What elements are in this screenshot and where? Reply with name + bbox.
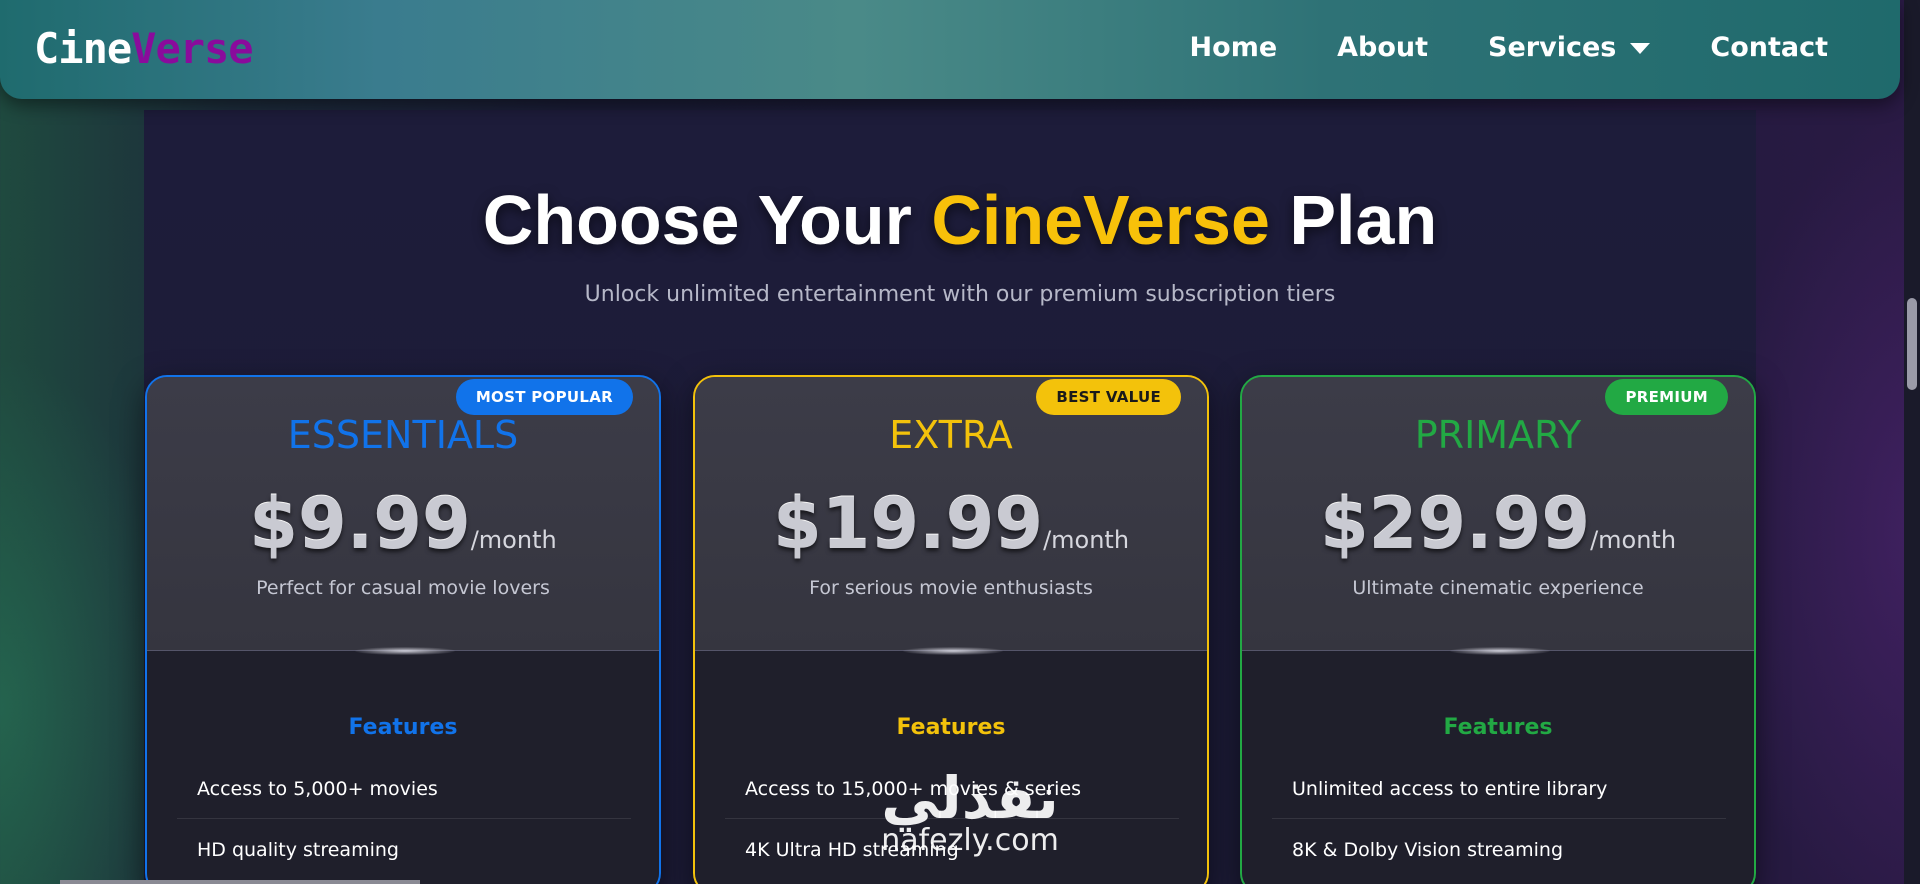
features-heading: Features xyxy=(1443,715,1553,740)
plan-badge: MOST POPULAR xyxy=(455,379,633,415)
divider-glow xyxy=(1450,647,1550,655)
plan-period: /month xyxy=(1043,526,1130,554)
plan-period: /month xyxy=(1590,526,1677,554)
divider-glow xyxy=(903,647,1003,655)
plan-price: $29.99 xyxy=(1319,483,1591,565)
plan-tagline: Ultimate cinematic experience xyxy=(1352,577,1644,599)
vertical-scrollbar[interactable] xyxy=(1904,0,1920,884)
chevron-down-icon xyxy=(1630,43,1651,54)
plan-tagline: For serious movie enthusiasts xyxy=(809,577,1093,599)
horizontal-scrollbar[interactable] xyxy=(60,880,420,884)
nav-about-link[interactable]: About xyxy=(1337,32,1428,63)
page-title-highlight: CineVerse xyxy=(931,181,1270,259)
plan-badge: PREMIUM xyxy=(1605,379,1728,415)
features-heading: Features xyxy=(348,715,458,740)
nav-services-label: Services xyxy=(1488,32,1617,63)
scrollbar-thumb[interactable] xyxy=(1907,298,1917,390)
plan-badge: BEST VALUE xyxy=(1036,379,1181,415)
plan-card-primary[interactable]: PREMIUM PRIMARY $29.99/month Ultimate ci… xyxy=(1240,375,1756,884)
page-title: Choose Your CineVerse Plan xyxy=(0,180,1920,260)
brand-logo-part1: Cine xyxy=(34,24,132,73)
plan-price: $9.99 xyxy=(249,483,471,565)
feature-item: Access to 5,000+ movies xyxy=(177,759,631,819)
watermark: نفذلي nafezly.com xyxy=(850,768,1090,858)
watermark-arabic: نفذلي xyxy=(881,764,1059,832)
watermark-latin: nafezly.com xyxy=(881,823,1059,858)
feature-item: HD quality streaming xyxy=(197,839,399,861)
nav-contact-link[interactable]: Contact xyxy=(1710,32,1828,63)
features-heading: Features xyxy=(896,715,1006,740)
brand-logo[interactable]: CineVerse xyxy=(34,24,254,73)
plan-name: EXTRA xyxy=(889,413,1013,457)
navbar: CineVerse Home About Services Contact xyxy=(0,0,1900,99)
nav-services-dropdown[interactable]: Services xyxy=(1488,32,1651,63)
feature-item: Unlimited access to entire library xyxy=(1272,759,1726,819)
brand-logo-part2: Verse xyxy=(131,24,253,73)
page-title-pre: Choose Your xyxy=(482,181,932,259)
page-title-post: Plan xyxy=(1269,181,1438,259)
nav-home-link[interactable]: Home xyxy=(1190,32,1278,63)
page-subtitle: Unlock unlimited entertainment with our … xyxy=(584,282,1336,307)
plan-price-row: $19.99/month xyxy=(695,483,1207,565)
plan-period: /month xyxy=(470,526,557,554)
plan-tagline: Perfect for casual movie lovers xyxy=(256,577,550,599)
plan-name: PRIMARY xyxy=(1414,413,1582,457)
plan-price-row: $9.99/month xyxy=(147,483,659,565)
plan-card-essentials[interactable]: MOST POPULAR ESSENTIALS $9.99/month Perf… xyxy=(145,375,661,884)
feature-item: 8K & Dolby Vision streaming xyxy=(1292,839,1564,861)
plan-price: $19.99 xyxy=(772,483,1044,565)
divider-glow xyxy=(355,647,455,655)
plan-name: ESSENTIALS xyxy=(287,413,519,457)
nav-links: Home About Services Contact xyxy=(1130,32,1828,63)
plan-price-row: $29.99/month xyxy=(1242,483,1754,565)
